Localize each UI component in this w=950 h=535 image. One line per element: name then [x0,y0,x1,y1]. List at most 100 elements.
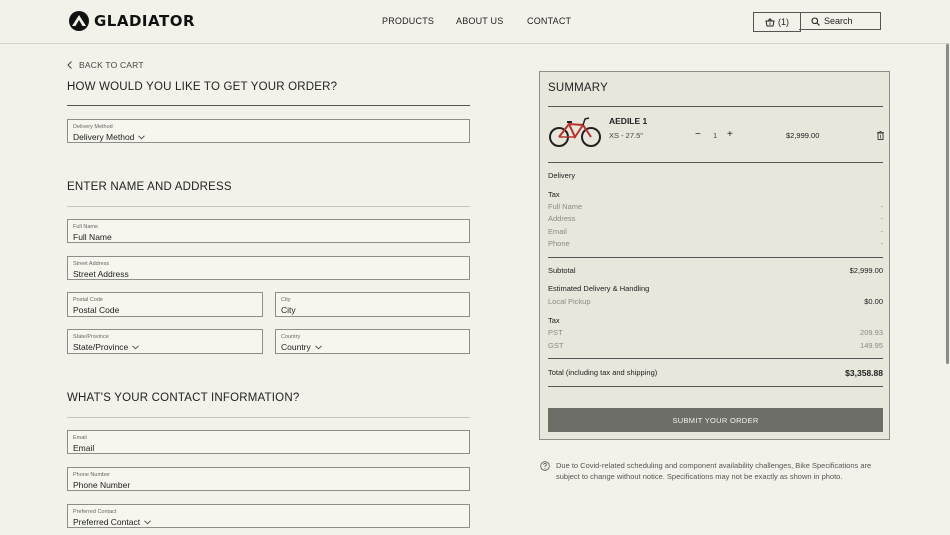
full-name-value: Full Name [73,232,112,242]
divider [67,105,470,106]
search-button[interactable]: Search [799,12,881,30]
state-province-value: State/Province [73,342,129,352]
divider [67,417,470,418]
total-row: Total (including tax and shipping) $3,358… [548,368,883,378]
postal-code-value: Postal Code [73,305,120,315]
gst-value: 149.95 [860,341,883,350]
street-address-value: Street Address [73,269,129,279]
preferred-contact-label: Preferred Contact [73,509,117,515]
mountain-logo-icon [69,11,89,31]
search-label: Search [824,16,853,26]
full-name-label: Full Name [73,224,99,230]
local-pickup-label: Local Pickup [548,297,591,306]
submit-order-button[interactable]: SUBMIT YOUR ORDER [548,408,883,432]
handling-heading: Estimated Delivery & Handling [548,284,650,293]
detail-row-full-name: Full Name - [548,202,883,211]
preferred-contact-value: Preferred Contact [73,517,141,527]
detail-value: - [880,214,884,223]
gst-label: GST [548,341,564,350]
state-province-label: State/Province [73,334,109,340]
quantity-decrease-button[interactable]: − [695,129,701,140]
total-label: Total (including tax and shipping) [548,368,658,377]
full-name-field[interactable]: Full Name Full Name [67,219,470,243]
email-field[interactable]: Email Email [67,430,470,454]
divider [548,257,883,258]
delivery-method-value: Delivery Method [73,132,135,142]
phone-number-value: Phone Number [73,480,131,490]
gst-row: GST 149.95 [548,341,883,350]
tax-heading: Tax [548,190,560,199]
preferred-contact-select[interactable]: Preferred Contact Preferred Contact [67,504,470,528]
product-variant: XS - 27.5" [609,131,643,140]
page-scrollbar[interactable] [946,44,949,364]
brand-logo[interactable]: GLADIATOR [68,10,195,32]
delivery-method-value-wrap: Delivery Method [73,132,146,142]
delivery-method-select[interactable]: Delivery Method Delivery Method [67,119,470,143]
nav-contact[interactable]: CONTACT [527,16,571,26]
order-summary-panel: SUMMARY AEDILE 1 XS - 27.5" − 1 + $2,999… [539,71,890,440]
country-value-wrap: Country [281,342,322,352]
back-to-cart-label: BACK TO CART [79,60,144,70]
chevron-down-icon [132,344,140,349]
trash-icon[interactable] [877,131,884,140]
nav-about-us[interactable]: ABOUT US [456,16,503,26]
cart-button[interactable]: (1) [753,12,801,32]
summary-title: SUMMARY [548,82,608,94]
brand-name: GLADIATOR [94,12,195,30]
postal-code-label: Postal Code [73,297,103,303]
detail-value: - [880,227,884,236]
quantity-increase-button[interactable]: + [727,129,733,140]
delivery-heading: Delivery [548,171,576,180]
subtotal-value: $2,999.00 [849,266,883,275]
city-value: City [281,305,296,315]
subtotal-row: Subtotal $2,999.00 [548,266,883,275]
help-circle-icon [540,461,550,471]
pst-value: 209.93 [860,328,883,337]
cart-count: (1) [778,17,789,27]
city-label: City [281,297,291,303]
email-label: Email [73,435,87,441]
total-value: $3,358.88 [845,368,883,378]
divider [548,386,883,387]
preferred-contact-value-wrap: Preferred Contact [73,517,151,527]
state-province-select[interactable]: State/Province State/Province [67,329,263,354]
divider [548,106,883,107]
detail-value: - [880,202,884,211]
search-icon [811,16,820,26]
notice-text: Due to Covid-related scheduling and comp… [556,461,872,481]
phone-number-label: Phone Number [73,472,110,478]
detail-row-address: Address - [548,214,883,223]
state-province-value-wrap: State/Province [73,342,140,352]
nav-products[interactable]: PRODUCTS [382,16,434,26]
detail-label: Address [548,214,576,223]
divider [548,162,883,163]
chevron-down-icon [138,134,146,139]
local-pickup-row: Local Pickup $0.00 [548,297,883,306]
product-name: AEDILE 1 [609,116,648,126]
detail-value: - [880,239,884,248]
postal-code-field[interactable]: Postal Code Postal Code [67,292,263,317]
subtotal-label: Subtotal [548,266,576,275]
street-address-field[interactable]: Street Address Street Address [67,256,470,280]
bike-thumbnail-image [549,117,601,147]
delivery-method-label: Delivery Method [73,124,113,130]
detail-row-email: Email - [548,227,883,236]
contact-section-title: WHAT'S YOUR CONTACT INFORMATION? [67,392,300,404]
delivery-section-title: HOW WOULD YOU LIKE TO GET YOUR ORDER? [67,81,338,93]
phone-number-field[interactable]: Phone Number Phone Number [67,467,470,491]
back-to-cart-link[interactable]: BACK TO CART [67,60,144,70]
detail-label: Phone [548,239,570,248]
basket-icon [765,17,775,26]
pst-label: PST [548,328,563,337]
quantity-value: 1 [713,131,718,140]
email-value: Email [73,443,95,453]
divider [67,206,470,207]
chevron-down-icon [314,344,322,349]
chevron-down-icon [144,519,151,524]
covid-notice: Due to Covid-related scheduling and comp… [540,460,885,482]
divider [548,358,883,359]
local-pickup-value: $0.00 [864,297,883,306]
detail-label: Email [548,227,567,236]
city-field[interactable]: City City [275,292,470,317]
country-select[interactable]: Country Country [275,329,470,354]
